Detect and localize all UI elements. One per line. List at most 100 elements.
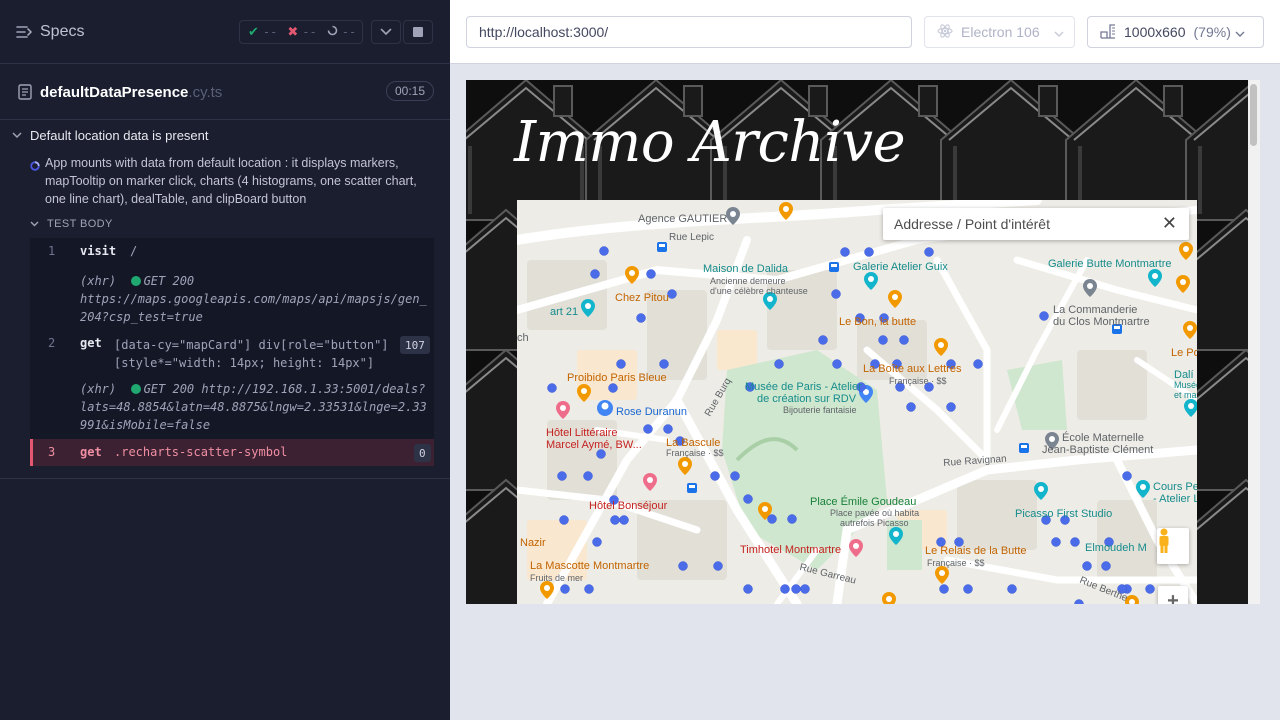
command-log: 1 visit / (xhr) GET 200 https://maps.goo…	[30, 238, 434, 466]
specs-toggle-button[interactable]: Specs	[16, 20, 84, 44]
search-placeholder: Addresse / Point d'intérêt	[894, 216, 1050, 232]
map-label: Nazir	[520, 537, 546, 549]
map-label: Rose Duranun	[616, 406, 687, 418]
map-label-line: Cours Pe	[1153, 481, 1197, 493]
map-label-line: - Atelier Li	[1153, 493, 1197, 505]
command-name: visit	[80, 244, 117, 258]
map-label-line: d'une célèbre chanteuse	[710, 286, 808, 296]
element-count-badge: 0	[414, 444, 431, 462]
map-label: ch	[517, 332, 529, 344]
map-label: art 21	[550, 306, 579, 318]
map-label: La Commanderie du Clos Montmartre	[1053, 304, 1150, 328]
check-icon: ✔	[248, 24, 259, 40]
xhr-line-3: 204?csp_test=true	[80, 310, 203, 324]
map-label-line: autrefois Picasso	[840, 518, 909, 528]
map-label: La Boîte aux Lettres	[863, 363, 962, 375]
map-label: Picasso First Studio	[1015, 508, 1113, 520]
chevron-down-icon	[1235, 24, 1245, 40]
map-label-line: Jean-Baptiste Clément	[1042, 444, 1154, 456]
command-message-line: [style*="width: 14px; height: 14px"]	[114, 356, 375, 370]
test-body-label: TEST BODY	[47, 218, 113, 230]
status-dot-icon	[130, 384, 141, 394]
chevron-down-icon	[30, 218, 39, 230]
document-icon	[18, 84, 32, 105]
command-number: 3	[48, 445, 56, 459]
scrollbar-thumb[interactable]	[1250, 84, 1257, 146]
map-label: Française · $$	[927, 558, 985, 568]
viewport-scale: (79%)	[1193, 24, 1231, 40]
command-row[interactable]: 2 get [data-cy="mapCard"] div[role="butt…	[30, 336, 434, 372]
pending-count: --	[341, 25, 357, 39]
map-label-line: et ma	[1174, 390, 1197, 400]
map-label: La Mascotte Montmartre	[530, 560, 650, 572]
chevron-down-icon	[380, 23, 392, 41]
map-label-line: Ancienne demeure	[710, 276, 786, 286]
xhr-command-row[interactable]: (xhr) GET 200 http://192.168.1.33:5001/d…	[30, 380, 434, 436]
element-count-badge: 107	[400, 336, 430, 354]
map-label: Ancienne demeure d'une célèbre chanteuse	[710, 276, 808, 296]
auto-scroll-button[interactable]	[371, 20, 401, 44]
map-label: Maison de Dalida	[703, 263, 788, 275]
map-label: Agence GAUTIER	[638, 213, 728, 225]
spec-file-name[interactable]: defaultDataPresence.cy.ts	[40, 84, 222, 101]
stop-icon	[413, 27, 423, 37]
map-label: DalíMuséeet ma	[1174, 370, 1197, 401]
specs-list-icon	[16, 25, 32, 39]
map-label: Place pavée où habita autrefois Picasso	[830, 508, 919, 528]
status-dot-icon	[130, 276, 141, 286]
stop-button[interactable]	[403, 20, 433, 44]
map-label: Musée de Paris - Atelier de création sur …	[745, 381, 862, 405]
url-field[interactable]: http://localhost:3000/	[466, 16, 912, 48]
command-message: [data-cy="mapCard"] div[role="button"] […	[114, 336, 389, 372]
suite-title-row[interactable]: Default location data is present	[12, 126, 209, 144]
map-label: Chez Pitou	[615, 292, 669, 304]
map-label: Proibido Paris Bleue	[567, 372, 667, 384]
passed-stat: ✔ --	[248, 25, 277, 40]
browser-selector: Electron 106	[924, 16, 1075, 48]
test-title: App mounts with data from default locati…	[45, 156, 417, 206]
running-spinner-icon	[30, 158, 40, 176]
map-label-line: École Maternelle	[1062, 432, 1144, 444]
test-stats: ✔ -- ✖ -- --	[239, 20, 363, 44]
passed-count: --	[262, 25, 278, 39]
map-label: École Maternelle Jean-Baptiste Clément	[1042, 432, 1153, 456]
map-label: Galerie Butte Montmartre	[1048, 258, 1172, 270]
specs-label: Specs	[40, 23, 85, 40]
test-body-toggle[interactable]: TEST BODY	[30, 218, 113, 230]
viewport-icon	[1100, 23, 1116, 42]
suite-title: Default location data is present	[30, 127, 209, 143]
zoom-in-button[interactable]: +	[1158, 586, 1188, 604]
map-label: Le Relais de la Butte	[925, 545, 1027, 557]
map-label: Elmoudeh M	[1085, 542, 1147, 554]
viewport-selector[interactable]: 1000x660 (79%)	[1087, 16, 1264, 48]
failed-stat: ✖ --	[287, 25, 316, 40]
duration-badge: 00:15	[386, 81, 434, 101]
map-label-line: Musée de Paris - Atelier	[745, 381, 862, 393]
xhr-command-row[interactable]: (xhr) GET 200 https://maps.googleapis.co…	[30, 272, 434, 328]
xhr-line-2: lats=48.8854&latn=48.8875&lngw=2.33531&l…	[80, 400, 427, 414]
map-label: Le Po	[1171, 347, 1197, 359]
command-row[interactable]: 1 visit /	[30, 244, 434, 266]
map-label: Hôtel Littéraire Marcel Aymé, BW...	[546, 427, 642, 451]
xhr-line-1: GET 200 http://192.168.1.33:5001/deals?	[143, 382, 426, 396]
xhr-label: (xhr)	[80, 382, 117, 396]
cross-icon: ✖	[287, 24, 299, 40]
spec-file-header: defaultDataPresence.cy.ts 00:15	[0, 64, 450, 120]
address-search-input[interactable]: Addresse / Point d'intérêt ✕	[883, 208, 1189, 240]
failed-command-row[interactable]: 3 get .recharts-scatter-symbol 0	[30, 439, 434, 466]
aut-header: http://localhost:3000/ Electron 106 1000…	[450, 0, 1280, 64]
app-scrollbar[interactable]	[1248, 80, 1260, 604]
command-name: get	[80, 445, 102, 459]
close-icon[interactable]: ✕	[1162, 215, 1177, 233]
xhr-line-3: 991&isMobile=false	[80, 418, 211, 432]
spec-file-basename: defaultDataPresence	[40, 84, 189, 101]
map-label-line: du Clos Montmartre	[1053, 316, 1150, 328]
chevron-down-icon	[1054, 24, 1064, 40]
pending-icon	[327, 25, 338, 39]
map-label: Rue Lepic	[669, 232, 715, 243]
map-card[interactable]: Agence GAUTIER Rue Lepic Maison de Dalid…	[517, 200, 1197, 604]
street-view-pegman-button[interactable]	[1157, 528, 1189, 564]
map-label-line: Musée	[1174, 380, 1197, 390]
pending-stat: --	[327, 25, 356, 39]
xhr-message: (xhr) GET 200 https://maps.googleapis.co…	[80, 272, 427, 326]
